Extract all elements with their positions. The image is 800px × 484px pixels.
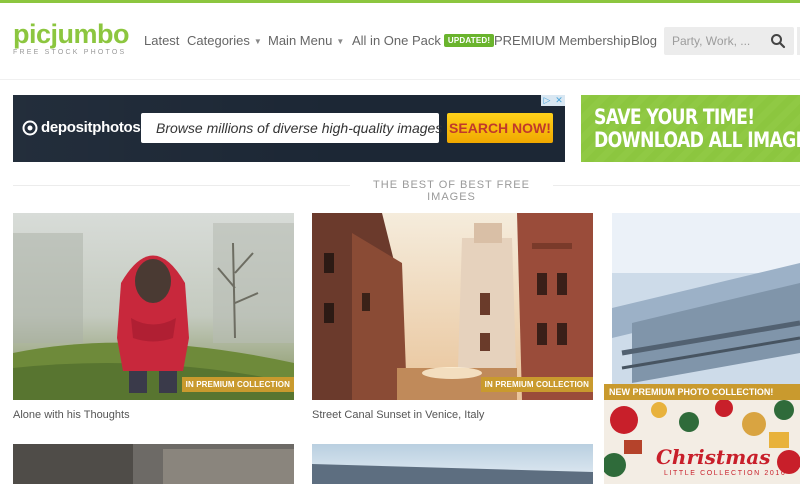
section-title: THE BEST OF BEST FREE IMAGES (373, 179, 530, 203)
nav-blog-label: Blog (631, 33, 658, 48)
download-all-promo-ad[interactable]: SAVE YOUR TIME! DOWNLOAD ALL IMAGES! (581, 95, 800, 162)
new-collection-banner[interactable]: NEW PREMIUM PHOTO COLLECTION! (604, 384, 800, 400)
chevron-down-icon: ▼ (336, 37, 345, 46)
nav-main-menu-label: Main Menu (268, 33, 333, 48)
site-logo[interactable]: picjumbo FREE STOCK PHOTOS (13, 19, 130, 56)
photo-caption[interactable]: Street Canal Sunset in Venice, Italy (312, 409, 484, 421)
chevron-down-icon: ▼ (253, 37, 262, 46)
ad-search-field[interactable]: Browse millions of diverse high-quality … (141, 113, 442, 143)
nav-categories-label: Categories (187, 33, 250, 48)
photo-card-image[interactable] (312, 444, 593, 484)
close-icon[interactable]: ✕ (553, 95, 565, 106)
nav-main-menu[interactable]: Main Menu ▼ (268, 33, 344, 48)
search-box (664, 27, 794, 55)
nav-categories[interactable]: Categories ▼ (187, 33, 262, 48)
photo-venice-canal (312, 213, 593, 400)
updated-badge: UPDATED! (443, 34, 495, 47)
logo-wordmark: picjumbo (13, 19, 130, 49)
photo-alone-thoughts (13, 213, 294, 400)
depositphotos-ad[interactable]: depositphotos Browse millions of diverse… (13, 95, 565, 162)
photo-card-image[interactable]: IN PREMIUM COLLECTION (13, 213, 294, 400)
logo-tagline: FREE STOCK PHOTOS (13, 49, 127, 56)
nav-premium-membership-label: PREMIUM Membership (494, 33, 631, 48)
search-input[interactable] (664, 27, 764, 55)
photo-row2-left (13, 444, 294, 484)
photo-card-image[interactable]: IN PREMIUM COLLECTION (312, 213, 593, 400)
christmas-collection-promo[interactable]: Christmas LITTLE COLLECTION 2016 (604, 400, 800, 484)
depositphotos-logo-icon (22, 120, 38, 135)
photo-airport-benches (612, 213, 800, 400)
photo-card-image[interactable] (612, 213, 800, 400)
christmas-title: Christmas (656, 445, 771, 469)
ad-search-now-button[interactable]: SEARCH NOW! (447, 113, 553, 143)
promo-ad-line-2: DOWNLOAD ALL IMAGES! (594, 128, 800, 152)
photo-row2-middle (312, 444, 593, 484)
photo-caption[interactable]: Alone with his Thoughts (13, 409, 130, 421)
nav-blog[interactable]: Blog (631, 33, 657, 48)
depositphotos-logo: depositphotos (22, 119, 141, 136)
promo-ad-line-1: SAVE YOUR TIME! (594, 105, 755, 129)
top-accent-line (0, 0, 800, 3)
header-divider (0, 79, 800, 80)
nav-all-in-one-pack-label: All in One Pack (352, 33, 441, 48)
nav-latest[interactable]: Latest (144, 33, 179, 48)
nav-premium-membership[interactable]: PREMIUM Membership (494, 33, 631, 48)
premium-collection-tag: IN PREMIUM COLLECTION (480, 377, 593, 392)
depositphotos-wordmark: depositphotos (41, 119, 141, 136)
nav-all-in-one-pack[interactable]: All in One Pack UPDATED! (352, 33, 495, 49)
adchoices-icon: ▷ (541, 95, 553, 106)
search-icon[interactable] (770, 33, 786, 49)
section-divider-left (13, 185, 350, 186)
adchoices-badge[interactable]: ▷ ✕ (541, 95, 565, 106)
section-divider-right (553, 185, 800, 186)
christmas-subtitle: LITTLE COLLECTION 2016 (664, 470, 787, 477)
nav-latest-label: Latest (144, 33, 180, 48)
premium-collection-tag: IN PREMIUM COLLECTION (181, 377, 294, 392)
photo-card-image[interactable] (13, 444, 294, 484)
